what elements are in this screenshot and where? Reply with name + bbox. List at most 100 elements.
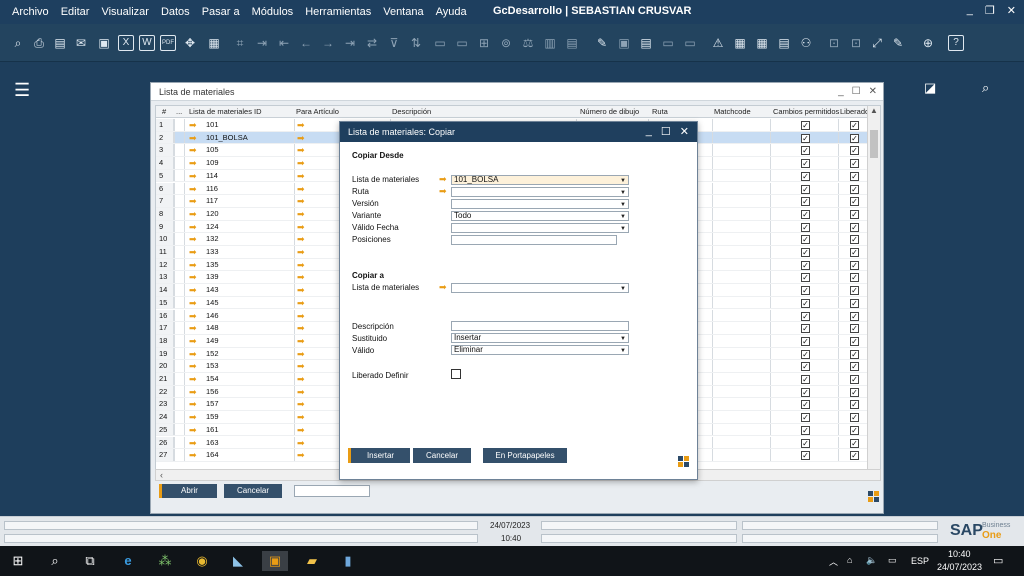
find-icon[interactable]: ⌗ (232, 35, 248, 51)
link-arrow-icon[interactable]: ➡ (189, 183, 197, 195)
link-arrow-icon[interactable]: ➡ (189, 157, 197, 169)
link-arrow-icon[interactable]: ➡ (189, 132, 197, 144)
app2-icon[interactable]: ▮ (338, 551, 358, 571)
released-checkbox[interactable]: ✓ (850, 375, 859, 384)
link-arrow-icon[interactable]: ➡ (297, 424, 305, 436)
form-settings-icon[interactable]: ▦ (206, 35, 222, 51)
link-arrow-icon[interactable]: ➡ (189, 284, 197, 296)
dropdown-icon[interactable]: ▼ (620, 201, 626, 209)
tray-chevron-icon[interactable]: ︿ (829, 555, 838, 568)
link-arrow-icon[interactable]: ➡ (189, 208, 197, 220)
description-input[interactable] (451, 321, 629, 331)
next-record-icon[interactable]: → (320, 35, 336, 51)
dropdown-icon[interactable]: ▼ (620, 177, 626, 185)
changes-allowed-checkbox[interactable]: ✓ (801, 171, 810, 181)
released-checkbox[interactable]: ✓ (850, 260, 859, 270)
changes-allowed-checkbox[interactable]: ✓ (801, 184, 810, 194)
link-arrow-icon[interactable]: ➡ (297, 335, 305, 347)
changes-allowed-checkbox[interactable]: ✓ (801, 146, 810, 156)
link-arrow-icon[interactable]: ➡ (297, 386, 305, 398)
window-maximize-icon[interactable]: ☐ (852, 86, 861, 97)
journal-icon[interactable]: ▤ (564, 35, 580, 51)
dropdown-icon[interactable]: ▼ (620, 189, 626, 197)
close-icon[interactable]: ✕ (1007, 4, 1016, 17)
link-arrow-icon[interactable]: ➡ (297, 284, 305, 296)
link-arrow-icon[interactable]: ➡ (297, 132, 305, 144)
scroll-thumb[interactable] (870, 130, 878, 158)
menu-item[interactable]: Visualizar (101, 6, 149, 18)
changes-allowed-checkbox[interactable]: ✓ (801, 349, 810, 359)
cancel-button[interactable]: Cancelar (224, 484, 282, 498)
changes-allowed-checkbox[interactable]: ✓ (801, 235, 810, 245)
menu-item[interactable]: Módulos (252, 6, 294, 18)
released-checkbox[interactable]: ✓ (850, 171, 859, 181)
link-arrow-icon[interactable]: ➡ (189, 348, 197, 360)
link-arrow-icon[interactable]: ➡ (297, 119, 305, 131)
from-route-select[interactable]: ▼ (451, 187, 629, 197)
menu-item[interactable]: Datos (161, 6, 190, 18)
email-icon[interactable]: ✉ (73, 35, 89, 51)
expand-icon[interactable]: ⤢ (869, 35, 885, 51)
released-checkbox[interactable]: ✓ (850, 451, 859, 461)
link-arrow-icon[interactable]: ➡ (189, 386, 197, 398)
dropdown-icon[interactable]: ▼ (620, 335, 626, 343)
file-explorer-icon[interactable]: ▰ (302, 551, 322, 571)
replaced-select[interactable]: Insertar ▼ (451, 333, 629, 343)
link-arrow-icon[interactable]: ➡ (189, 195, 197, 207)
dialog-minimize-icon[interactable]: _ (646, 125, 652, 138)
link-arrow-icon[interactable]: ➡ (189, 437, 197, 449)
changes-allowed-checkbox[interactable]: ✓ (801, 362, 810, 372)
search-icon[interactable]: ⌕ (982, 80, 989, 96)
edit-icon[interactable]: ✎ (594, 35, 610, 51)
changes-allowed-checkbox[interactable]: ✓ (801, 324, 810, 334)
released-checkbox[interactable]: ✓ (850, 387, 859, 397)
menu-item[interactable]: Ventana (383, 6, 423, 18)
link-arrow-icon[interactable]: ➡ (189, 221, 197, 233)
changes-allowed-checkbox[interactable]: ✓ (801, 400, 810, 410)
chat-icon[interactable]: ▭ (682, 35, 698, 51)
released-checkbox[interactable]: ✓ (850, 425, 859, 435)
gross-profit-icon[interactable]: ⊚ (498, 35, 514, 51)
previous-record-icon[interactable]: ← (298, 35, 314, 51)
language-indicator[interactable]: ESP (911, 556, 929, 566)
move-icon[interactable]: ✥ (182, 35, 198, 51)
dialog-cancel-button[interactable]: Cancelar (413, 448, 471, 463)
col-header-route[interactable]: Ruta (652, 107, 668, 116)
open-button[interactable]: Abrir (159, 484, 217, 498)
released-checkbox[interactable]: ✓ (850, 184, 859, 194)
table-icon[interactable]: ▤ (776, 35, 792, 51)
released-checkbox[interactable]: ✓ (850, 324, 859, 334)
link-arrow-icon[interactable]: ➡ (297, 437, 305, 449)
released-checkbox[interactable]: ✓ (850, 159, 859, 169)
display-icon[interactable]: ▭ (888, 555, 897, 566)
app-icon[interactable]: ◣ (228, 551, 248, 571)
released-checkbox[interactable]: ✓ (850, 311, 859, 321)
link-arrow-icon[interactable]: ➡ (297, 310, 305, 322)
dropdown-icon[interactable]: ▼ (620, 285, 626, 293)
link-arrow-icon[interactable]: ➡ (297, 157, 305, 169)
task-view-icon[interactable]: ⧉ (80, 551, 100, 571)
released-checkbox[interactable]: ✓ (850, 121, 859, 130)
dropdown-icon[interactable]: ▼ (620, 213, 626, 221)
link-arrow-icon[interactable]: ➡ (297, 144, 305, 156)
changes-allowed-checkbox[interactable]: ✓ (801, 121, 810, 130)
restore-icon[interactable]: ❐ (985, 4, 995, 17)
changes-allowed-checkbox[interactable]: ✓ (801, 438, 810, 448)
changes-allowed-checkbox[interactable]: ✓ (801, 451, 810, 461)
word-icon[interactable]: W (139, 35, 155, 51)
link-arrow-icon[interactable]: ➡ (297, 449, 305, 461)
link-arrow-icon[interactable]: ➡ (297, 373, 305, 385)
link-arrow-icon[interactable]: ➡ (439, 174, 447, 185)
base-document-icon[interactable]: ▭ (432, 35, 448, 51)
alerts-icon[interactable]: ⚠ (710, 35, 726, 51)
released-checkbox[interactable]: ✓ (850, 209, 859, 219)
dropdown-icon[interactable]: ▼ (620, 347, 626, 355)
relationship-map-icon[interactable]: ⊞ (476, 35, 492, 51)
changes-allowed-checkbox[interactable]: ✓ (801, 413, 810, 423)
windows-start-icon[interactable]: ⊞ (8, 551, 28, 571)
window-minimize-icon[interactable]: _ (838, 86, 844, 97)
excel-icon[interactable]: X (118, 35, 134, 51)
col-header-changes[interactable]: Cambios permitidos (773, 107, 839, 116)
released-define-checkbox[interactable] (451, 369, 461, 379)
link-arrow-icon[interactable]: ➡ (297, 246, 305, 258)
